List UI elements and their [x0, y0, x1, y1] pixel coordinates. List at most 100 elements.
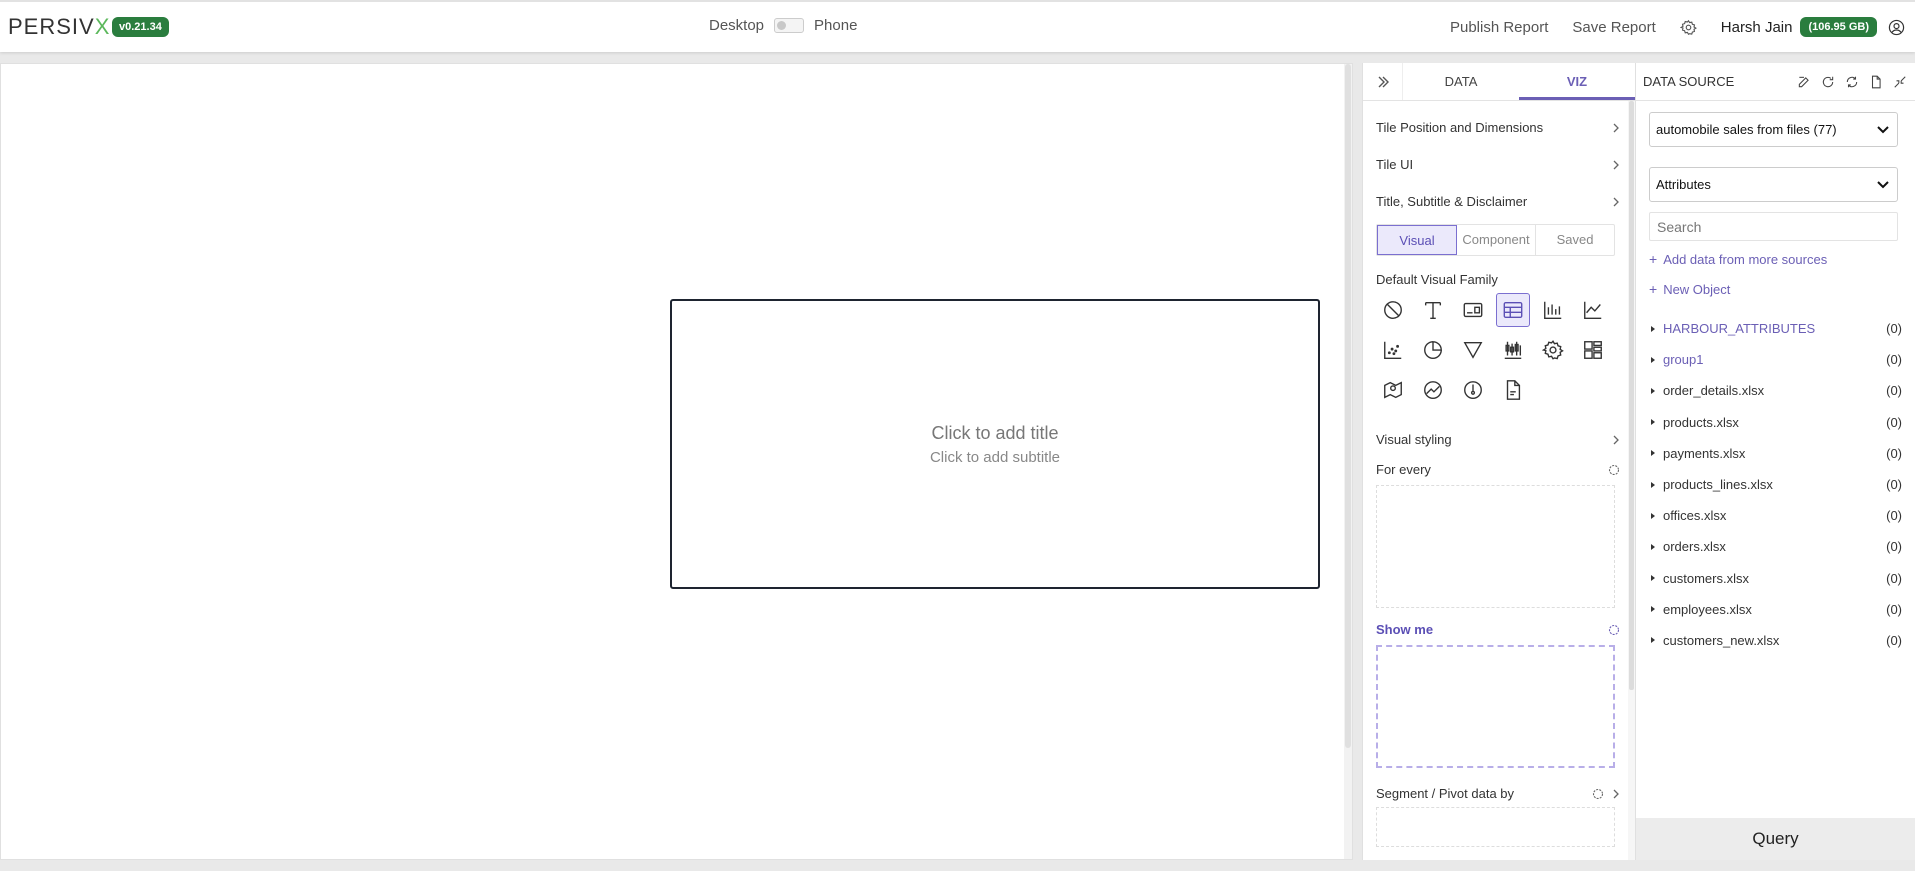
- tree-item-name[interactable]: customers.xlsx: [1663, 571, 1886, 586]
- visual-styling-section[interactable]: Visual styling: [1376, 421, 1623, 458]
- phone-label[interactable]: Phone: [814, 17, 857, 34]
- search-input[interactable]: [1649, 212, 1898, 241]
- caret-right-icon[interactable]: [1649, 418, 1657, 426]
- scatter-icon[interactable]: [1376, 333, 1410, 367]
- new-file-icon[interactable]: [1869, 75, 1883, 89]
- layout-icon[interactable]: [1576, 333, 1610, 367]
- globe-chart-icon[interactable]: [1416, 373, 1450, 407]
- tree-item[interactable]: group1 (0): [1649, 344, 1902, 375]
- for-every-drop-zone[interactable]: [1376, 485, 1615, 608]
- tab-viz[interactable]: VIZ: [1519, 63, 1635, 100]
- caret-right-icon[interactable]: [1649, 356, 1657, 364]
- boxplot-icon[interactable]: [1496, 333, 1530, 367]
- tree-item-name[interactable]: customers_new.xlsx: [1663, 633, 1886, 648]
- visual-tile[interactable]: Click to add title Click to add subtitle: [670, 299, 1320, 589]
- tree-item-count: (0): [1886, 321, 1902, 337]
- source-select[interactable]: automobile sales from files (77): [1649, 112, 1898, 147]
- switch-knob: [777, 21, 787, 30]
- tree-item[interactable]: products_lines.xlsx (0): [1649, 469, 1902, 500]
- no-visual-icon[interactable]: [1376, 293, 1410, 327]
- tree-item[interactable]: customers.xlsx (0): [1649, 563, 1902, 594]
- tile-position-section[interactable]: Tile Position and Dimensions: [1376, 109, 1623, 146]
- viz-scroll-thumb[interactable]: [1629, 101, 1634, 690]
- refresh-icon[interactable]: [1821, 75, 1835, 89]
- gear-icon[interactable]: [1536, 333, 1570, 367]
- table-icon[interactable]: [1496, 293, 1530, 327]
- tab-data[interactable]: DATA: [1403, 63, 1519, 100]
- report-canvas[interactable]: Click to add title Click to add subtitle: [0, 63, 1353, 860]
- sync-icon[interactable]: [1845, 75, 1859, 89]
- caret-right-icon[interactable]: [1649, 605, 1657, 613]
- tree-item[interactable]: customers_new.xlsx (0): [1649, 625, 1902, 656]
- app-logo[interactable]: PERSIVX: [8, 14, 110, 40]
- add-data-link[interactable]: + Add data from more sources: [1649, 251, 1902, 267]
- tree-item-name[interactable]: products_lines.xlsx: [1663, 477, 1886, 492]
- tree-item[interactable]: HARBOUR_ATTRIBUTES (0): [1649, 313, 1902, 344]
- segment-saved[interactable]: Saved: [1536, 225, 1614, 255]
- tree-item-name[interactable]: HARBOUR_ATTRIBUTES: [1663, 321, 1886, 336]
- caret-right-icon[interactable]: [1649, 325, 1657, 333]
- new-object-link[interactable]: + New Object: [1649, 281, 1902, 297]
- gauge-icon[interactable]: [1456, 373, 1490, 407]
- user-account-icon[interactable]: [1888, 19, 1905, 36]
- caret-right-icon[interactable]: [1649, 449, 1657, 457]
- tree-item-name[interactable]: employees.xlsx: [1663, 602, 1886, 617]
- caret-right-icon[interactable]: [1649, 512, 1657, 520]
- tree-item-name[interactable]: products.xlsx: [1663, 415, 1886, 430]
- caret-right-icon[interactable]: [1649, 543, 1657, 551]
- caret-right-icon[interactable]: [1649, 481, 1657, 489]
- viz-panel-scrollbar[interactable]: [1628, 101, 1635, 860]
- segment-component[interactable]: Component: [1457, 225, 1536, 255]
- pie-chart-icon[interactable]: [1416, 333, 1450, 367]
- caret-right-icon[interactable]: [1649, 387, 1657, 395]
- tree-item[interactable]: payments.xlsx (0): [1649, 438, 1902, 469]
- visual-styling-label: Visual styling: [1376, 432, 1452, 447]
- tree-item[interactable]: order_details.xlsx (0): [1649, 375, 1902, 406]
- tile-subtitle[interactable]: Click to add subtitle: [930, 449, 1060, 466]
- top-actions: Publish Report Save Report Harsh Jain (1…: [1450, 17, 1915, 37]
- canvas-scroll-thumb[interactable]: [1345, 64, 1351, 748]
- tree-item-name[interactable]: payments.xlsx: [1663, 446, 1886, 461]
- text-icon[interactable]: [1416, 293, 1450, 327]
- tree-item-name[interactable]: orders.xlsx: [1663, 539, 1886, 554]
- canvas-scrollbar[interactable]: [1344, 64, 1352, 859]
- query-button[interactable]: Query: [1636, 818, 1915, 860]
- collapse-tree-icon[interactable]: [1893, 75, 1907, 89]
- tree-item[interactable]: products.xlsx (0): [1649, 407, 1902, 438]
- title-subtitle-section[interactable]: Title, Subtitle & Disclaimer: [1376, 183, 1623, 220]
- chevron-down-icon: [1877, 125, 1889, 133]
- tree-item-count: (0): [1886, 601, 1902, 617]
- device-switch[interactable]: [774, 18, 805, 33]
- tile-title[interactable]: Click to add title: [931, 423, 1058, 444]
- tree-item-name[interactable]: offices.xlsx: [1663, 508, 1886, 523]
- tile-ui-section[interactable]: Tile UI: [1376, 146, 1623, 183]
- bar-chart-icon[interactable]: [1536, 293, 1570, 327]
- attribute-select[interactable]: Attributes: [1649, 167, 1898, 202]
- caret-right-icon[interactable]: [1649, 574, 1657, 582]
- tree-item-count: (0): [1886, 414, 1902, 430]
- map-icon[interactable]: [1376, 373, 1410, 407]
- card-icon[interactable]: [1456, 293, 1490, 327]
- publish-report-button[interactable]: Publish Report: [1450, 19, 1548, 36]
- save-report-button[interactable]: Save Report: [1572, 19, 1655, 36]
- document-icon[interactable]: [1496, 373, 1530, 407]
- show-me-drop-zone[interactable]: [1376, 645, 1615, 768]
- desktop-label[interactable]: Desktop: [709, 17, 764, 34]
- line-chart-icon[interactable]: [1576, 293, 1610, 327]
- tree-item[interactable]: employees.xlsx (0): [1649, 594, 1902, 625]
- segment-visual[interactable]: Visual: [1377, 225, 1457, 255]
- collapse-panel-button[interactable]: [1363, 63, 1403, 100]
- tree-item-name[interactable]: order_details.xlsx: [1663, 383, 1886, 398]
- segment-pivot-drop-zone[interactable]: [1376, 807, 1615, 847]
- tree-item-name[interactable]: group1: [1663, 352, 1886, 367]
- tree-item[interactable]: offices.xlsx (0): [1649, 500, 1902, 531]
- caret-right-icon[interactable]: [1649, 636, 1657, 644]
- edit-icon[interactable]: [1797, 75, 1811, 89]
- funnel-icon[interactable]: [1456, 333, 1490, 367]
- settings-gear-icon[interactable]: [1679, 19, 1697, 36]
- tree-item[interactable]: orders.xlsx (0): [1649, 531, 1902, 562]
- user-name[interactable]: Harsh Jain: [1721, 19, 1793, 36]
- device-toggle: Desktop Phone: [709, 17, 857, 34]
- viz-tabs: DATA VIZ: [1363, 63, 1635, 101]
- segment-pivot-label: Segment / Pivot data by: [1376, 786, 1515, 801]
